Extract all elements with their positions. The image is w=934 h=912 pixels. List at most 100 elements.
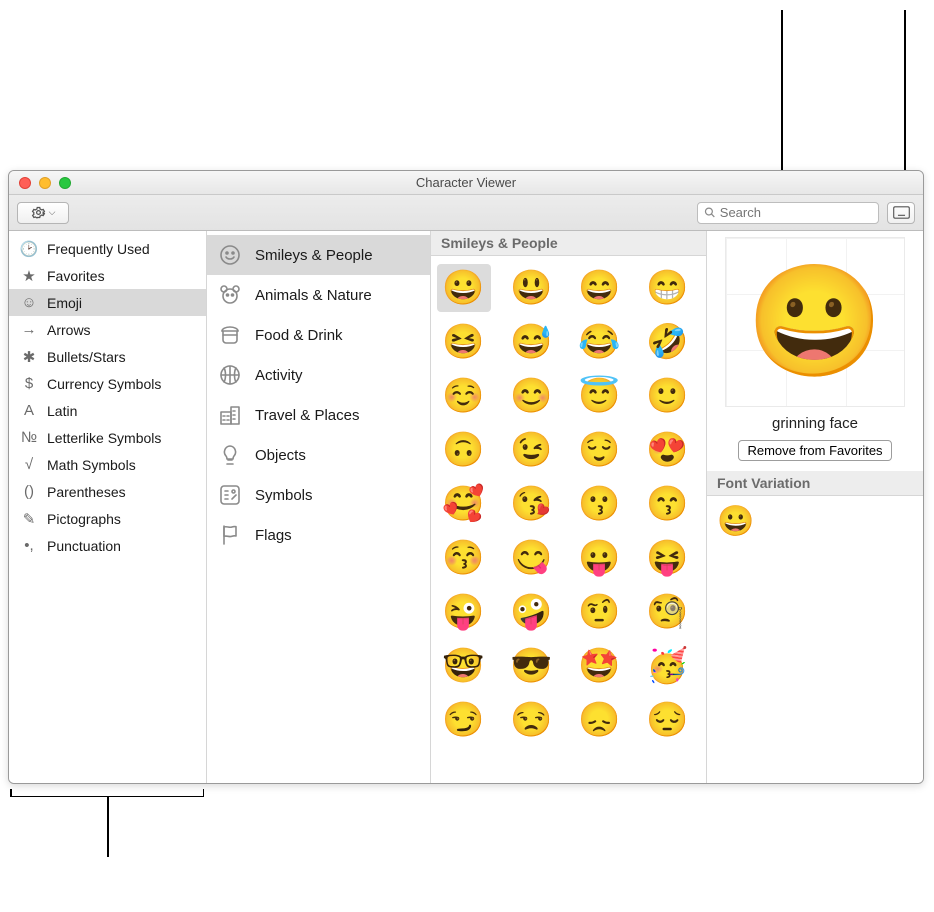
font-variation-list: 😀 bbox=[707, 496, 923, 547]
close-button[interactable] bbox=[19, 177, 31, 189]
subcategory-item-travel-places[interactable]: Travel & Places bbox=[207, 395, 430, 435]
category-icon: •, bbox=[19, 537, 39, 554]
emoji-cell[interactable]: 🥰 bbox=[437, 480, 491, 528]
emoji-cell[interactable]: 😝 bbox=[641, 534, 695, 582]
emoji-cell[interactable]: 😋 bbox=[505, 534, 559, 582]
emoji-cell[interactable]: 😀 bbox=[437, 264, 491, 312]
emoji-cell[interactable]: 😇 bbox=[573, 372, 627, 420]
character-viewer-window: Character Viewer ⌵ 🕑Frequently Used★Favo… bbox=[8, 170, 924, 784]
emoji-cell[interactable]: 😗 bbox=[573, 480, 627, 528]
keyboard-icon bbox=[893, 206, 910, 219]
search-field[interactable] bbox=[697, 202, 879, 224]
sidebar-item-arrows[interactable]: →Arrows bbox=[9, 316, 206, 343]
subcategory-list: Smileys & People Animals & Nature Food & D… bbox=[207, 231, 431, 783]
subcategory-item-label: Smileys & People bbox=[255, 247, 373, 264]
emoji-cell[interactable]: 😚 bbox=[437, 534, 491, 582]
font-variation-glyph[interactable]: 😀 bbox=[717, 505, 754, 538]
sidebar-item-label: Arrows bbox=[47, 322, 91, 338]
sidebar-item-label: Favorites bbox=[47, 268, 105, 284]
sidebar-item-letterlike-symbols[interactable]: №Letterlike Symbols bbox=[9, 424, 206, 451]
objects-icon bbox=[217, 442, 243, 468]
emoji-cell[interactable]: 😔 bbox=[641, 696, 695, 744]
sidebar-item-favorites[interactable]: ★Favorites bbox=[9, 262, 206, 289]
minimize-button[interactable] bbox=[39, 177, 51, 189]
emoji-cell[interactable]: 🤓 bbox=[437, 642, 491, 690]
emoji-cell[interactable]: 😊 bbox=[505, 372, 559, 420]
emoji-cell[interactable]: 🙃 bbox=[437, 426, 491, 474]
sidebar-item-currency-symbols[interactable]: $Currency Symbols bbox=[9, 370, 206, 397]
emoji-cell[interactable]: 🤪 bbox=[505, 588, 559, 636]
sidebar-item-frequently-used[interactable]: 🕑Frequently Used bbox=[9, 235, 206, 262]
callout-bracket-sidebar bbox=[10, 789, 204, 797]
sidebar-item-parentheses[interactable]: () Parentheses bbox=[9, 478, 206, 505]
search-input[interactable] bbox=[720, 205, 872, 220]
emoji-cell[interactable]: 😍 bbox=[641, 426, 695, 474]
subcategory-item-activity[interactable]: Activity bbox=[207, 355, 430, 395]
window-title: Character Viewer bbox=[9, 175, 923, 190]
emoji-cell[interactable]: 🧐 bbox=[641, 588, 695, 636]
chevron-down-icon: ⌵ bbox=[49, 207, 56, 218]
emoji-cell[interactable]: 😙 bbox=[641, 480, 695, 528]
emoji-cell[interactable]: 😁 bbox=[641, 264, 695, 312]
sidebar-item-label: Punctuation bbox=[47, 538, 121, 554]
emoji-cell[interactable]: 😂 bbox=[573, 318, 627, 366]
subcategory-item-flags[interactable]: Flags bbox=[207, 515, 430, 555]
emoji-cell[interactable]: 😃 bbox=[505, 264, 559, 312]
subcategory-item-label: Symbols bbox=[255, 487, 313, 504]
subcategory-item-label: Activity bbox=[255, 367, 303, 384]
sidebar-item-punctuation[interactable]: •, Punctuation bbox=[9, 532, 206, 559]
emoji-cell[interactable]: 😜 bbox=[437, 588, 491, 636]
subcategory-item-label: Travel & Places bbox=[255, 407, 359, 424]
zoom-button[interactable] bbox=[59, 177, 71, 189]
emoji-cell[interactable]: 😆 bbox=[437, 318, 491, 366]
travel-icon bbox=[217, 402, 243, 428]
emoji-cell[interactable]: 😛 bbox=[573, 534, 627, 582]
subcategory-item-label: Animals & Nature bbox=[255, 287, 372, 304]
titlebar: Character Viewer bbox=[9, 171, 923, 195]
sidebar-item-label: Frequently Used bbox=[47, 241, 150, 257]
sidebar-item-math-symbols[interactable]: √Math Symbols bbox=[9, 451, 206, 478]
subcategory-item-animals-nature[interactable]: Animals & Nature bbox=[207, 275, 430, 315]
sidebar-item-emoji[interactable]: ☺Emoji bbox=[9, 289, 206, 316]
emoji-cell[interactable]: 😏 bbox=[437, 696, 491, 744]
emoji-cell[interactable]: 😌 bbox=[573, 426, 627, 474]
food-icon bbox=[217, 322, 243, 348]
category-icon: () bbox=[19, 483, 39, 500]
category-icon: $ bbox=[19, 375, 39, 392]
sidebar-item-label: Parentheses bbox=[47, 484, 126, 500]
subcategory-item-smileys-people[interactable]: Smileys & People bbox=[207, 235, 430, 275]
toolbar: ⌵ bbox=[9, 195, 923, 231]
sidebar-item-label: Bullets/Stars bbox=[47, 349, 126, 365]
emoji-cell[interactable]: 🤣 bbox=[641, 318, 695, 366]
subcategory-item-label: Objects bbox=[255, 447, 306, 464]
emoji-cell[interactable]: 😅 bbox=[505, 318, 559, 366]
subcategory-item-food-drink[interactable]: Food & Drink bbox=[207, 315, 430, 355]
emoji-cell[interactable]: 😘 bbox=[505, 480, 559, 528]
character-preview: 😀 bbox=[725, 237, 905, 407]
emoji-cell[interactable]: 🤨 bbox=[573, 588, 627, 636]
emoji-cell[interactable]: 🥳 bbox=[641, 642, 695, 690]
sidebar-item-bullets-stars[interactable]: ✱ Bullets/Stars bbox=[9, 343, 206, 370]
favorite-toggle-button[interactable]: Remove from Favorites bbox=[738, 440, 891, 461]
collapse-viewer-button[interactable] bbox=[887, 202, 915, 224]
sidebar-item-label: Emoji bbox=[47, 295, 82, 311]
category-icon: ✱ bbox=[19, 348, 39, 366]
action-menu-button[interactable]: ⌵ bbox=[17, 202, 69, 224]
font-variation-header: Font Variation bbox=[707, 471, 923, 496]
sidebar-item-label: Letterlike Symbols bbox=[47, 430, 161, 446]
emoji-cell[interactable]: 😎 bbox=[505, 642, 559, 690]
gear-icon bbox=[31, 205, 46, 220]
emoji-cell[interactable]: 😒 bbox=[505, 696, 559, 744]
emoji-cell[interactable]: 😉 bbox=[505, 426, 559, 474]
emoji-cell[interactable]: 🤩 bbox=[573, 642, 627, 690]
emoji-cell[interactable]: ☺️ bbox=[437, 372, 491, 420]
symbols-icon bbox=[217, 482, 243, 508]
sidebar-item-pictographs[interactable]: ✎Pictographs bbox=[9, 505, 206, 532]
emoji-cell[interactable]: 🙂 bbox=[641, 372, 695, 420]
emoji-cell[interactable]: 😞 bbox=[573, 696, 627, 744]
subcategory-item-symbols[interactable]: Symbols bbox=[207, 475, 430, 515]
emoji-cell[interactable]: 😄 bbox=[573, 264, 627, 312]
subcategory-item-objects[interactable]: Objects bbox=[207, 435, 430, 475]
emoji-grid: 😀 😃 😄 😁 😆 😅 😂 🤣 ☺️ 😊 😇 🙂 🙃 😉 😌 😍 🥰 😘 😗 😙 😚 😋 😛 😝 😜 🤪 🤨 🧐 🤓 😎 🤩 🥳 😏 😒 😞 😔 bbox=[431, 256, 706, 752]
sidebar-item-latin[interactable]: ALatin bbox=[9, 397, 206, 424]
